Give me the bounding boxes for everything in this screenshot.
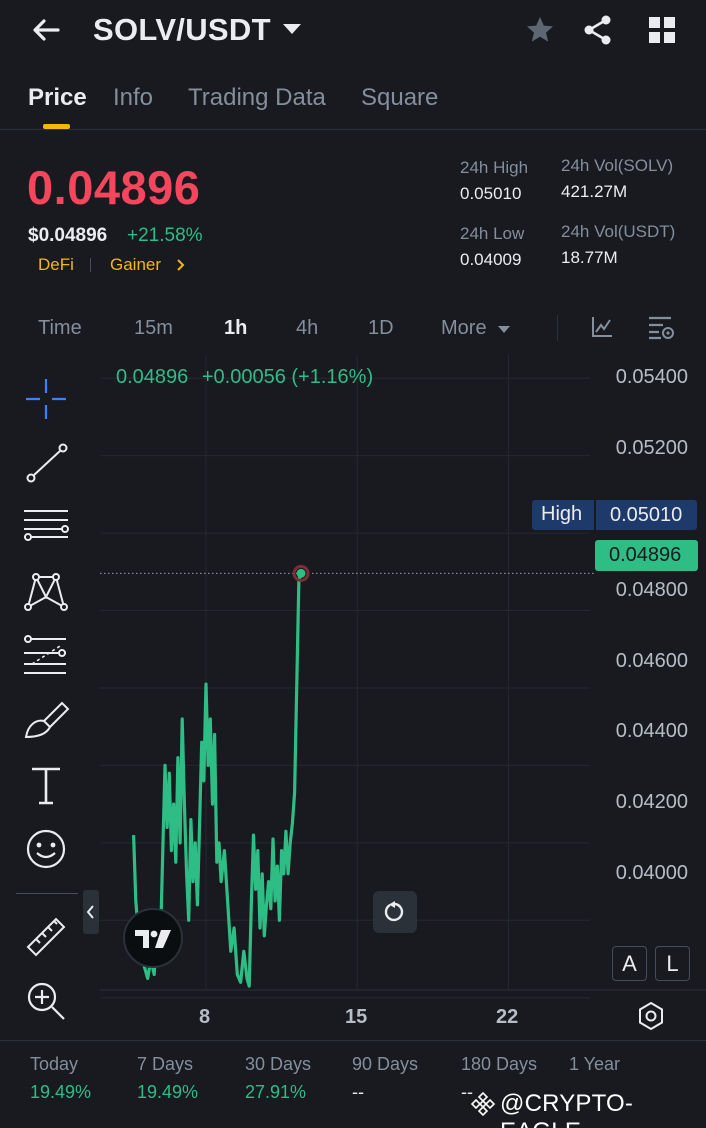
vol-base-label: 24h Vol(SOLV) — [561, 156, 674, 175]
legend-change: +0.00056 (+1.16%) — [201, 366, 374, 388]
chevron-right-icon[interactable] — [176, 258, 186, 272]
x-tick-label: 8 — [199, 1006, 211, 1028]
x-tick-label: 15 — [345, 1006, 368, 1028]
vol-quote-value: 18.77M — [561, 248, 618, 267]
chart-legend: 0.04896 +0.00056 (+1.16%) — [116, 366, 373, 389]
chevron-left-icon — [86, 905, 94, 919]
perf-label: 180 Days — [461, 1054, 538, 1074]
tab-info[interactable]: Info — [113, 84, 153, 112]
more-caret-icon[interactable] — [498, 326, 510, 333]
pair-title[interactable]: SOLV/USDT — [93, 12, 271, 48]
back-arrow-icon[interactable] — [30, 14, 62, 46]
tag-separator — [90, 258, 91, 272]
pattern-icon[interactable] — [22, 567, 70, 615]
high-value: 0.05010 — [460, 184, 522, 203]
price-chart[interactable] — [0, 355, 706, 1040]
vol-quote-label: 24h Vol(USDT) — [561, 222, 676, 241]
y-tick-label: 0.04200 — [615, 791, 688, 813]
y-tick-label: 0.04000 — [615, 862, 688, 884]
toolbar-divider — [16, 893, 78, 894]
perf-label: 1 Year — [569, 1054, 621, 1074]
top-bar: SOLV/USDT — [0, 0, 706, 62]
vol-base-value: 421.27M — [561, 182, 628, 201]
grid-icon[interactable] — [646, 14, 678, 46]
interval-4h[interactable]: 4h — [296, 317, 318, 340]
chart-config-icon[interactable] — [635, 1000, 667, 1032]
rotate-icon — [384, 901, 404, 922]
ruler-icon[interactable] — [22, 913, 70, 961]
perf-value: 19.49% — [137, 1082, 199, 1102]
x-tick-label: 22 — [496, 1006, 519, 1028]
interval-time[interactable]: Time — [38, 317, 82, 340]
text-icon[interactable] — [22, 761, 70, 809]
current-price-tag-value: 0.04896 — [609, 544, 682, 566]
indicator-icon[interactable] — [590, 315, 614, 339]
toolbar-collapse-button[interactable] — [83, 890, 99, 934]
emoji-icon[interactable] — [22, 825, 70, 873]
interval-more[interactable]: More — [441, 317, 487, 340]
last-price-dot — [296, 568, 306, 578]
high-tag-divider — [594, 500, 596, 530]
last-price: 0.04896 — [27, 161, 201, 214]
y-tick-label: 0.04800 — [615, 579, 688, 601]
tab-trading-data[interactable]: Trading Data — [188, 84, 326, 112]
interval-divider — [557, 315, 558, 341]
interval-1d[interactable]: 1D — [368, 317, 394, 340]
zoom-in-icon[interactable] — [22, 977, 70, 1025]
perf-value: 19.49% — [30, 1082, 92, 1102]
perf-label: 7 Days — [137, 1054, 194, 1074]
perf-label: 90 Days — [352, 1054, 419, 1074]
tradingview-logo[interactable] — [123, 908, 183, 968]
tag-defi[interactable]: DeFi — [38, 255, 74, 275]
high-label: 24h High — [460, 158, 529, 177]
y-tick-label: 0.05200 — [615, 437, 688, 459]
watermark-text: @CRYPTO-EAGLE — [500, 1090, 634, 1128]
y-tick-label: 0.04600 — [615, 650, 688, 672]
perf-label: 30 Days — [245, 1054, 312, 1074]
y-tick-label: 0.05400 — [615, 366, 688, 388]
legend-price: 0.04896 — [116, 366, 189, 388]
low-value: 0.04009 — [460, 250, 522, 269]
reset-chart-button[interactable] — [373, 891, 417, 933]
tab-bar: Price Info Trading Data Square — [0, 70, 706, 130]
active-tab-indicator — [43, 124, 70, 129]
low-label: 24h Low — [460, 224, 525, 243]
high-tag-label: High — [541, 503, 583, 525]
drawing-toolbar — [0, 355, 80, 1040]
caret-down-icon[interactable] — [283, 24, 301, 34]
tab-price[interactable]: Price — [28, 84, 87, 112]
star-icon[interactable] — [524, 14, 556, 46]
tab-square[interactable]: Square — [361, 84, 438, 112]
trend-line-icon[interactable] — [22, 439, 70, 487]
parallel-lines-icon[interactable] — [22, 503, 70, 551]
crosshair-icon[interactable] — [22, 375, 70, 423]
log-scale-button[interactable]: L — [655, 946, 690, 981]
interval-bar: Time 15m 1h 4h 1D More — [0, 305, 706, 355]
watermark-logo-icon — [470, 1091, 496, 1117]
tag-gainer[interactable]: Gainer — [110, 255, 161, 275]
brush-icon[interactable] — [22, 695, 70, 743]
fib-icon[interactable] — [22, 631, 70, 679]
interval-1h[interactable]: 1h — [224, 317, 247, 340]
interval-15m[interactable]: 15m — [134, 317, 173, 340]
y-tick-label: 0.04400 — [615, 720, 688, 742]
perf-label: Today — [30, 1054, 79, 1074]
share-icon[interactable] — [582, 14, 614, 46]
perf-value: -- — [352, 1082, 364, 1102]
auto-scale-button[interactable]: A — [612, 946, 647, 981]
tradingview-icon — [135, 930, 171, 948]
perf-value: 27.91% — [245, 1082, 307, 1102]
high-tag-value: 0.05010 — [610, 504, 683, 526]
price-change-percent: +21.58% — [127, 225, 203, 246]
chart-settings-icon[interactable] — [647, 315, 675, 341]
usd-price: $0.04896 — [28, 225, 108, 246]
